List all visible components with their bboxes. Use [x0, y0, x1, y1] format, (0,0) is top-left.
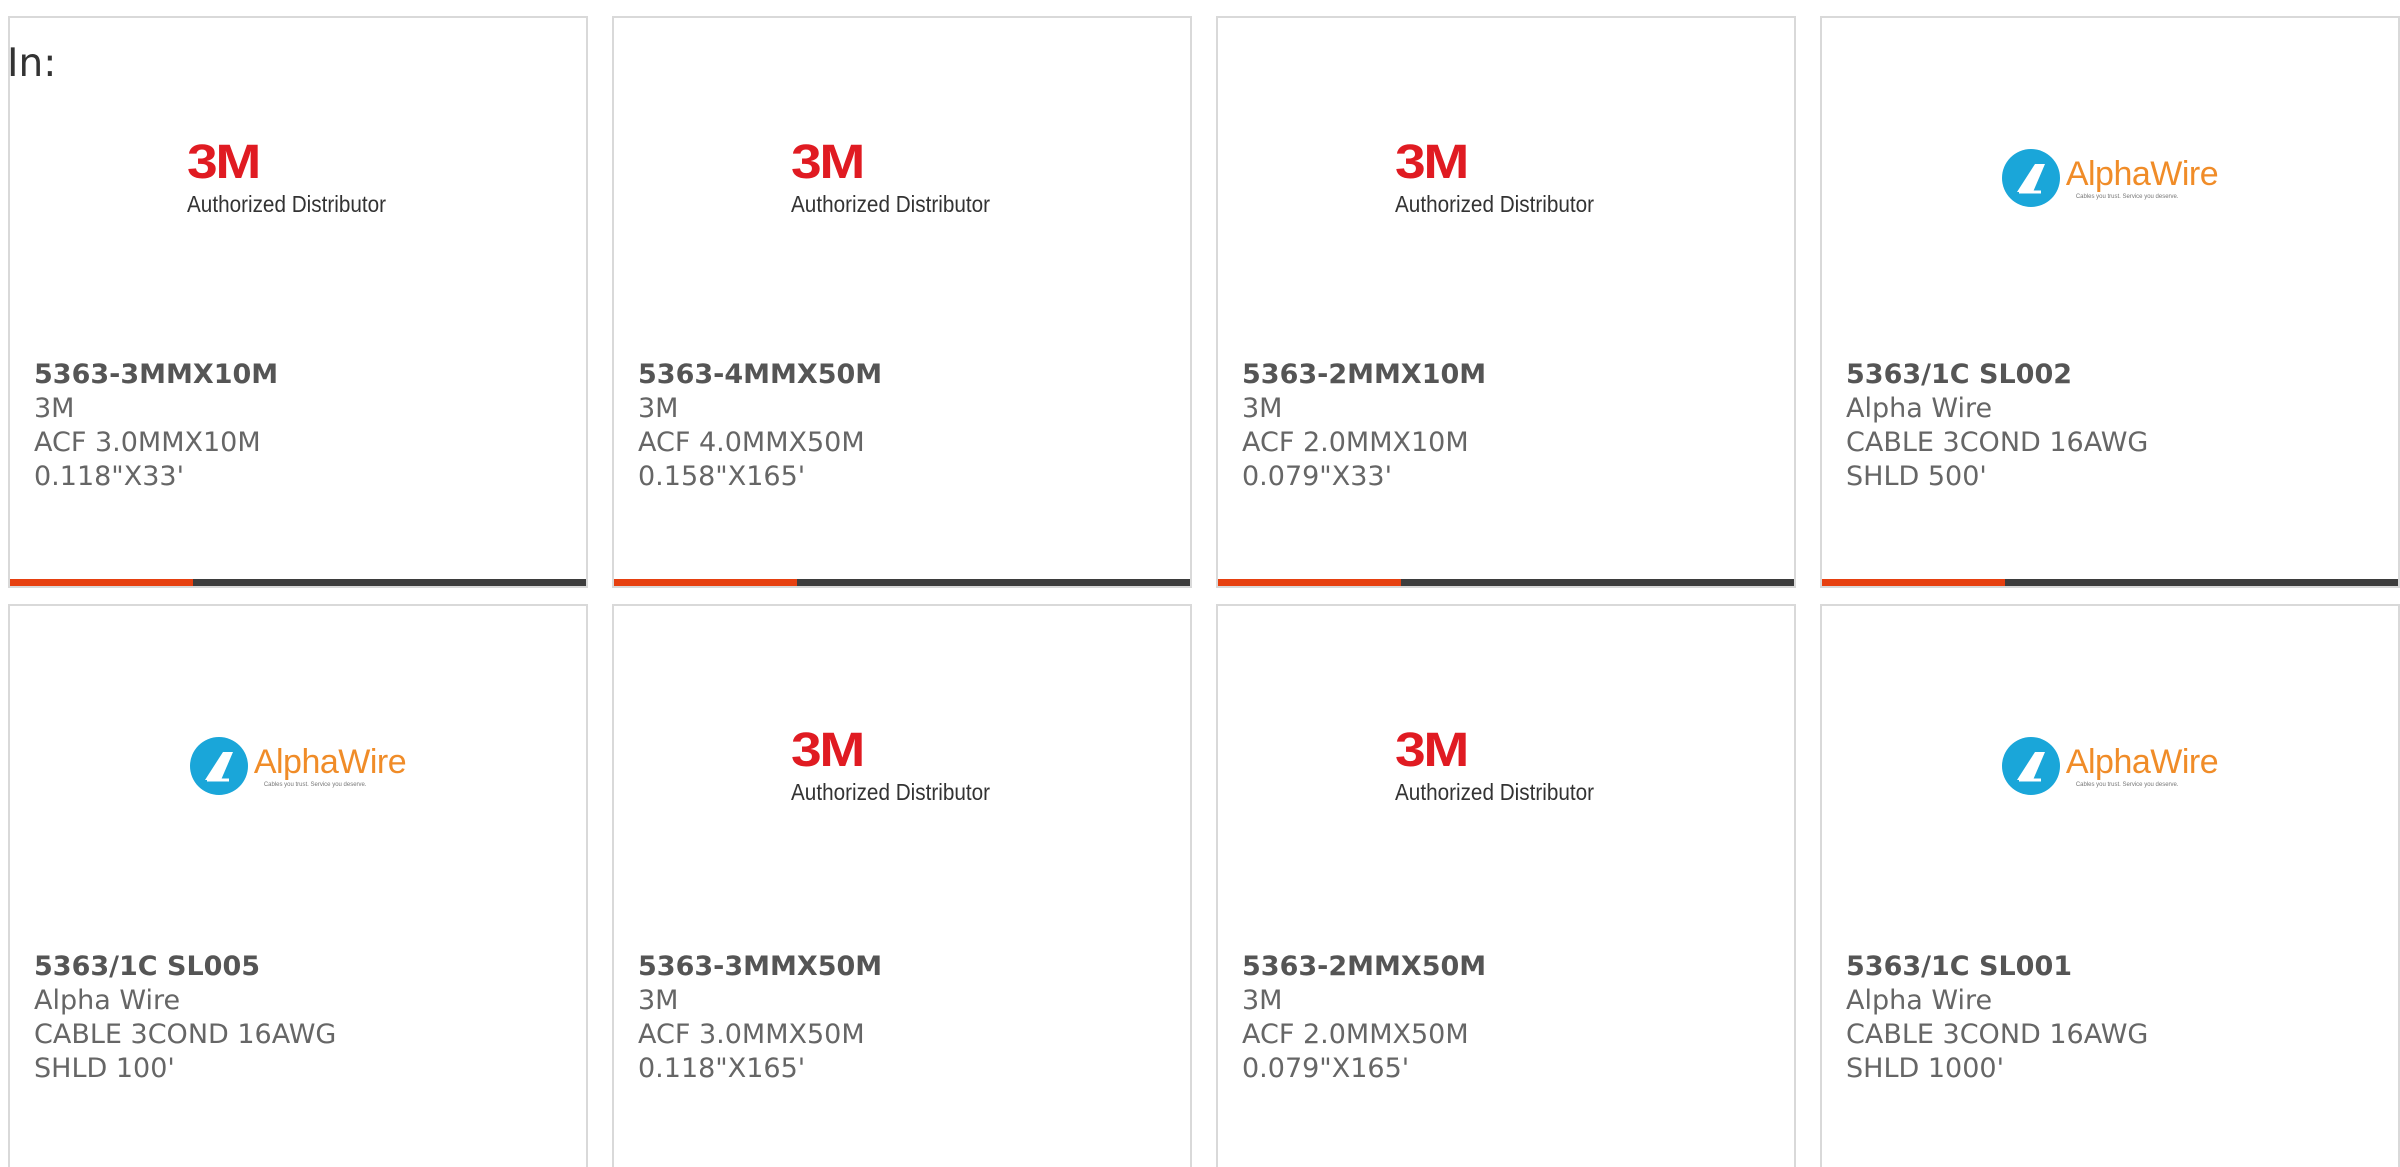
- manufacturer-name: 3M: [1242, 393, 1283, 424]
- product-description: CABLE 3COND 16AWG SHLD 100': [34, 1019, 337, 1084]
- product-description: CABLE 3COND 16AWG SHLD 1000': [1846, 1019, 2149, 1084]
- manufacturer-name: Alpha Wire: [1846, 393, 1993, 424]
- card-accent-highlight: [1218, 579, 1401, 586]
- part-number[interactable]: 5363/1C SL002: [1846, 358, 2226, 392]
- product-description: ACF 2.0MMX10M 0.079"X33': [1242, 427, 1469, 492]
- product-grid: 3M Authorized Distributor 5363-3MMX10M 3…: [8, 16, 2400, 1167]
- product-info: 5363/1C SL005 Alpha Wire CABLE 3COND 16A…: [34, 950, 414, 1086]
- alphawire-logo: AlphaWire Cables you trust. Service you …: [2001, 149, 2219, 207]
- manufacturer-logo: 3M Authorized Distributor: [1218, 78, 1794, 278]
- 3m-logo-subtitle: Authorized Distributor: [187, 190, 387, 217]
- product-card[interactable]: 3M Authorized Distributor 5363-2MMX10M 3…: [1216, 16, 1796, 588]
- product-description: ACF 3.0MMX10M 0.118"X33': [34, 427, 261, 492]
- manufacturer-logo: AlphaWire Cables you trust. Service you …: [1822, 666, 2398, 866]
- card-accent-highlight: [1822, 579, 2005, 586]
- part-number[interactable]: 5363/1C SL005: [34, 950, 414, 984]
- manufacturer-name: Alpha Wire: [34, 985, 181, 1016]
- part-number[interactable]: 5363-3MMX50M: [638, 950, 1018, 984]
- card-accent-highlight: [10, 579, 193, 586]
- product-info: 5363-2MMX10M 3M ACF 2.0MMX10M 0.079"X33': [1242, 358, 1622, 494]
- product-description: CABLE 3COND 16AWG SHLD 500': [1846, 427, 2149, 492]
- product-info: 5363/1C SL002 Alpha Wire CABLE 3COND 16A…: [1846, 358, 2226, 494]
- 3m-mark: 3M: [1395, 723, 1469, 777]
- manufacturer-logo: 3M Authorized Distributor: [614, 666, 1190, 866]
- product-description: ACF 3.0MMX50M 0.118"X165': [638, 1019, 865, 1084]
- product-card[interactable]: AlphaWire Cables you trust. Service you …: [1820, 604, 2400, 1167]
- card-accent-highlight: [614, 579, 797, 586]
- 3m-logo-subtitle: Authorized Distributor: [791, 190, 991, 217]
- card-accent-bar: [614, 579, 1190, 586]
- product-card[interactable]: AlphaWire Cables you trust. Service you …: [8, 604, 588, 1167]
- 3m-logo-subtitle: Authorized Distributor: [1395, 190, 1595, 217]
- product-info: 5363-4MMX50M 3M ACF 4.0MMX50M 0.158"X165…: [638, 358, 1018, 494]
- alphawire-tagline: Cables you trust. Service you deserve.: [2075, 193, 2179, 200]
- card-accent-bar: [1218, 579, 1794, 586]
- manufacturer-name: 3M: [638, 393, 679, 424]
- alphawire-circle-icon: [2001, 149, 2060, 207]
- manufacturer-logo: 3M Authorized Distributor: [614, 78, 1190, 278]
- product-card[interactable]: AlphaWire Cables you trust. Service you …: [1820, 16, 2400, 588]
- part-number[interactable]: 5363-2MMX10M: [1242, 358, 1622, 392]
- manufacturer-logo: 3M Authorized Distributor: [10, 78, 586, 278]
- 3m-mark: 3M: [791, 723, 865, 777]
- manufacturer-logo: AlphaWire Cables you trust. Service you …: [10, 666, 586, 866]
- 3m-authorized-distributor-logo: 3M Authorized Distributor: [791, 135, 1012, 218]
- part-number[interactable]: 5363/1C SL001: [1846, 950, 2226, 984]
- part-number[interactable]: 5363-2MMX50M: [1242, 950, 1622, 984]
- alphawire-tagline: Cables you trust. Service you deserve.: [263, 781, 367, 788]
- manufacturer-name: Alpha Wire: [1846, 985, 1993, 1016]
- alphawire-circle-icon: [189, 737, 248, 795]
- 3m-mark: 3M: [187, 135, 261, 189]
- manufacturer-logo: 3M Authorized Distributor: [1218, 666, 1794, 866]
- manufacturer-logo: AlphaWire Cables you trust. Service you …: [1822, 78, 2398, 278]
- 3m-authorized-distributor-logo: 3M Authorized Distributor: [1395, 135, 1616, 218]
- product-card[interactable]: 3M Authorized Distributor 5363-4MMX50M 3…: [612, 16, 1192, 588]
- alphawire-circle-icon: [2001, 737, 2060, 795]
- part-number[interactable]: 5363-3MMX10M: [34, 358, 414, 392]
- part-number[interactable]: 5363-4MMX50M: [638, 358, 1018, 392]
- card-accent-bar: [1822, 579, 2398, 586]
- 3m-authorized-distributor-logo: 3M Authorized Distributor: [791, 723, 1012, 806]
- alphawire-wordmark: AlphaWire: [2065, 742, 2219, 781]
- product-info: 5363-3MMX10M 3M ACF 3.0MMX10M 0.118"X33': [34, 358, 414, 494]
- alphawire-logo: AlphaWire Cables you trust. Service you …: [2001, 737, 2219, 795]
- 3m-logo-subtitle: Authorized Distributor: [1395, 778, 1595, 805]
- manufacturer-name: 3M: [34, 393, 75, 424]
- in-label: In:: [7, 41, 57, 86]
- alphawire-logo: AlphaWire Cables you trust. Service you …: [189, 737, 407, 795]
- 3m-authorized-distributor-logo: 3M Authorized Distributor: [1395, 723, 1616, 806]
- product-info: 5363-2MMX50M 3M ACF 2.0MMX50M 0.079"X165…: [1242, 950, 1622, 1086]
- card-accent-bar: [10, 579, 586, 586]
- product-description: ACF 2.0MMX50M 0.079"X165': [1242, 1019, 1469, 1084]
- 3m-logo-subtitle: Authorized Distributor: [791, 778, 991, 805]
- manufacturer-name: 3M: [638, 985, 679, 1016]
- 3m-authorized-distributor-logo: 3M Authorized Distributor: [187, 135, 408, 218]
- product-card[interactable]: 3M Authorized Distributor 5363-2MMX50M 3…: [1216, 604, 1796, 1167]
- product-description: ACF 4.0MMX50M 0.158"X165': [638, 427, 865, 492]
- product-info: 5363/1C SL001 Alpha Wire CABLE 3COND 16A…: [1846, 950, 2226, 1086]
- 3m-mark: 3M: [791, 135, 865, 189]
- product-info: 5363-3MMX50M 3M ACF 3.0MMX50M 0.118"X165…: [638, 950, 1018, 1086]
- alphawire-wordmark: AlphaWire: [253, 742, 407, 781]
- product-card[interactable]: 3M Authorized Distributor 5363-3MMX10M 3…: [8, 16, 588, 588]
- page: In: 3M Authorized Distributor 5363-3MMX1…: [0, 0, 2400, 1167]
- alphawire-tagline: Cables you trust. Service you deserve.: [2075, 781, 2179, 788]
- alphawire-wordmark: AlphaWire: [2065, 154, 2219, 193]
- 3m-mark: 3M: [1395, 135, 1469, 189]
- product-card[interactable]: 3M Authorized Distributor 5363-3MMX50M 3…: [612, 604, 1192, 1167]
- manufacturer-name: 3M: [1242, 985, 1283, 1016]
